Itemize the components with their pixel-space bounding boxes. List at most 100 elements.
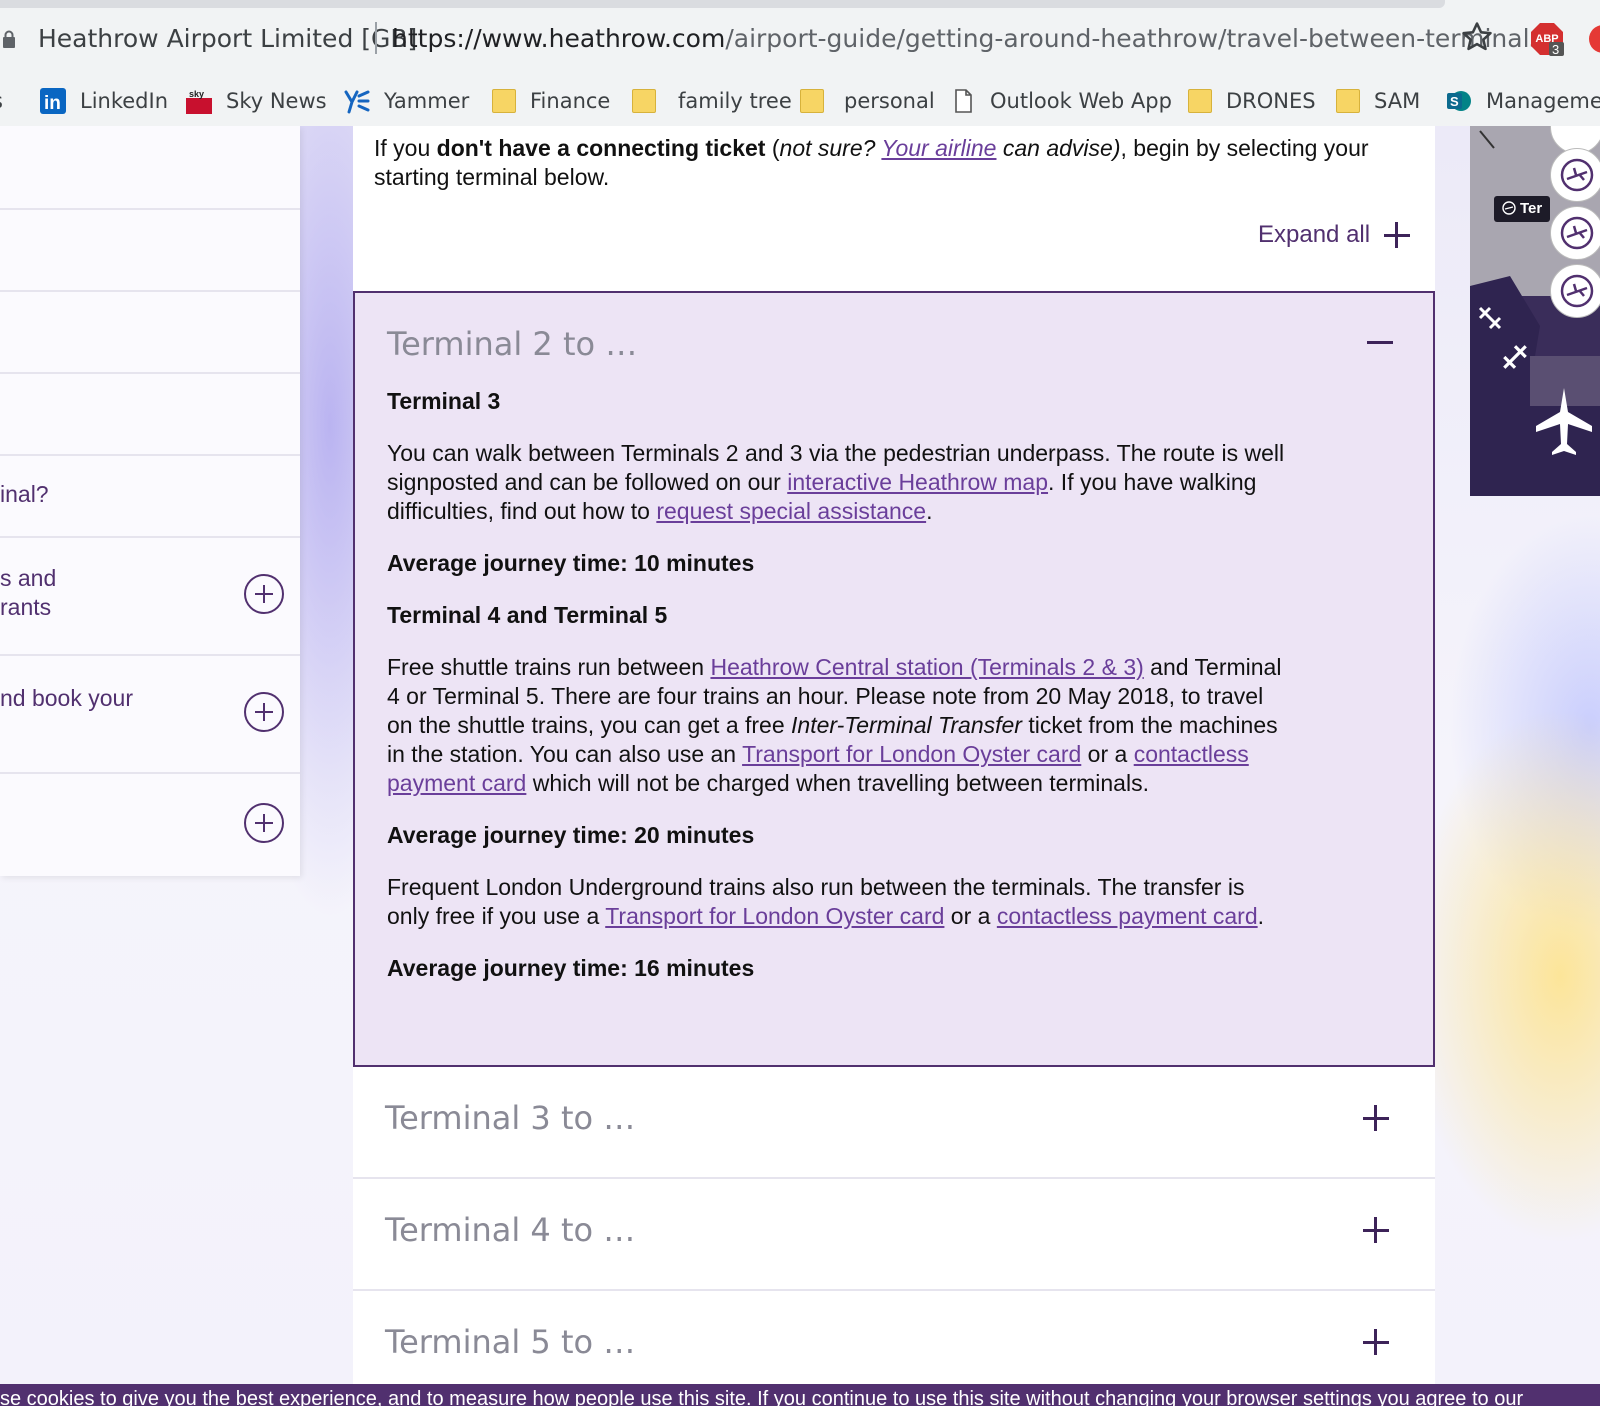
airplane-icon bbox=[1536, 388, 1592, 455]
section-heading: Terminal 3 bbox=[387, 388, 501, 414]
bookmark-personal[interactable]: personal bbox=[800, 82, 935, 120]
accordion-title: Terminal 5 to … bbox=[385, 1323, 636, 1361]
journey-time: Average journey time: 20 minutes bbox=[387, 822, 755, 848]
folder-icon bbox=[632, 89, 656, 113]
bookmark-label: DRONES bbox=[1226, 89, 1316, 113]
yammer-icon bbox=[344, 90, 370, 114]
accordion-title[interactable]: Terminal 2 to … bbox=[387, 325, 637, 363]
bookmark-sky-news[interactable]: sky Sky News bbox=[186, 82, 327, 120]
sidebar-item[interactable] bbox=[0, 292, 300, 374]
text-italic: Inter-Terminal Transfer bbox=[791, 712, 1022, 738]
intro-segment: ( bbox=[765, 135, 780, 161]
plane-circle-icon bbox=[1560, 216, 1594, 250]
sidebar-item[interactable]: inal? bbox=[0, 456, 300, 538]
terminal-label: Ter bbox=[1494, 196, 1551, 222]
plane-circle-icon bbox=[1560, 158, 1594, 192]
sidebar-item[interactable] bbox=[0, 774, 300, 874]
terminal-map[interactable]: Ter bbox=[1470, 126, 1600, 496]
bookmark-label: s bbox=[0, 89, 3, 113]
linkedin-icon: in bbox=[40, 88, 66, 114]
map-flight-button[interactable] bbox=[1550, 148, 1600, 202]
bookmark-family-tree[interactable]: family tree bbox=[632, 82, 792, 120]
text-segment: . bbox=[1257, 903, 1265, 929]
expand-plus-icon[interactable] bbox=[244, 574, 284, 614]
expand-plus-icon[interactable] bbox=[1363, 1105, 1389, 1131]
folder-icon bbox=[1188, 89, 1212, 113]
contactless-card-link[interactable]: contactless payment card bbox=[997, 903, 1258, 929]
url-separator bbox=[375, 22, 377, 54]
bookmark-label: SAM bbox=[1374, 89, 1421, 113]
page-content: inal? s and rants nd book your If you do… bbox=[0, 126, 1600, 1406]
expand-plus-icon[interactable] bbox=[244, 803, 284, 843]
plane-circle-icon bbox=[1560, 274, 1594, 308]
sidebar-item-label: nd book your bbox=[0, 685, 133, 711]
map-flight-button[interactable] bbox=[1550, 264, 1600, 318]
intro-text: If you don't have a connecting ticket (n… bbox=[374, 134, 1394, 192]
collapse-minus-icon[interactable] bbox=[1367, 341, 1393, 344]
bookmark-drones[interactable]: DRONES bbox=[1188, 82, 1316, 120]
folder-icon bbox=[492, 89, 516, 113]
text-segment: which will not be charged when travellin… bbox=[526, 770, 1149, 796]
cookie-banner: se cookies to give you the best experien… bbox=[0, 1384, 1600, 1406]
sidebar-item[interactable] bbox=[0, 210, 300, 292]
oyster-card-link[interactable]: Transport for London Oyster card bbox=[742, 741, 1081, 767]
svg-text:S: S bbox=[1450, 94, 1459, 109]
interactive-map-link[interactable]: interactive Heathrow map bbox=[787, 469, 1048, 495]
expand-all-button[interactable]: Expand all bbox=[1258, 221, 1411, 249]
left-sidebar: inal? s and rants nd book your bbox=[0, 126, 300, 876]
main-content: If you don't have a connecting ticket (n… bbox=[353, 126, 1435, 1406]
bookmark-linkedin[interactable]: in LinkedIn bbox=[40, 82, 168, 120]
bookmark-label: Managemen bbox=[1486, 89, 1600, 113]
adblock-plus-icon[interactable]: ABP 3 bbox=[1530, 22, 1564, 57]
sharepoint-icon: S bbox=[1447, 91, 1471, 111]
folder-icon bbox=[800, 89, 824, 113]
accordion-title: Terminal 4 to … bbox=[385, 1211, 636, 1249]
journey-time: Average journey time: 10 minutes bbox=[387, 550, 755, 576]
expand-plus-icon[interactable] bbox=[244, 692, 284, 732]
bookmark-outlook[interactable]: Outlook Web App bbox=[950, 82, 1172, 120]
bookmark-label: Finance bbox=[530, 89, 611, 113]
sidebar-item[interactable] bbox=[0, 126, 300, 210]
paragraph: Free shuttle trains run between Heathrow… bbox=[387, 653, 1287, 798]
url-text[interactable]: https://www.heathrow.com/airport-guide/g… bbox=[392, 24, 1543, 53]
sidebar-item[interactable] bbox=[0, 374, 300, 456]
bookmark-yammer[interactable]: Yammer bbox=[344, 82, 469, 120]
site-identity[interactable]: Heathrow Airport Limited [GB] bbox=[38, 24, 417, 53]
sidebar-item[interactable]: s and rants bbox=[0, 538, 300, 656]
expand-plus-icon[interactable] bbox=[1363, 1329, 1389, 1355]
bookmark-sam[interactable]: SAM bbox=[1336, 82, 1420, 120]
extension-icon[interactable] bbox=[1586, 22, 1600, 56]
plane-circle-icon bbox=[1502, 201, 1516, 215]
text-segment: Free shuttle trains run between bbox=[387, 654, 711, 680]
accordion-terminal-2: Terminal 2 to … Terminal 3 You can walk … bbox=[353, 291, 1435, 1067]
page-icon bbox=[955, 89, 972, 113]
bookmark-label: Yammer bbox=[384, 89, 470, 113]
accordion-terminal-4[interactable]: Terminal 4 to … bbox=[353, 1179, 1435, 1291]
folder-icon bbox=[1336, 89, 1360, 113]
bookmark-item[interactable]: s bbox=[0, 82, 3, 120]
oyster-card-link[interactable]: Transport for London Oyster card bbox=[605, 903, 944, 929]
bookmark-label: Sky News bbox=[226, 89, 327, 113]
lock-icon bbox=[3, 30, 15, 48]
cookie-banner-text: se cookies to give you the best experien… bbox=[0, 1388, 1524, 1406]
sidebar-item[interactable]: nd book your bbox=[0, 656, 300, 774]
expand-all-label: Expand all bbox=[1258, 221, 1371, 248]
adblock-badge: 3 bbox=[1552, 42, 1560, 57]
expand-plus-icon[interactable] bbox=[1363, 1217, 1389, 1243]
paragraph: Frequent London Underground trains also … bbox=[387, 873, 1287, 931]
bookmark-management[interactable]: S Managemen bbox=[1446, 82, 1600, 120]
map-flight-button[interactable] bbox=[1550, 206, 1600, 260]
special-assistance-link[interactable]: request special assistance bbox=[656, 498, 926, 524]
plus-icon bbox=[1384, 222, 1411, 248]
accordion-terminal-3[interactable]: Terminal 3 to … bbox=[353, 1067, 1435, 1179]
airplane-small-icon bbox=[1478, 306, 1502, 330]
url-host: https://www.heathrow.com bbox=[392, 24, 726, 53]
your-airline-link[interactable]: Your airline bbox=[881, 135, 996, 161]
heathrow-central-link[interactable]: Heathrow Central station (Terminals 2 & … bbox=[710, 654, 1143, 680]
bookmarks-bar: s in LinkedIn sky Sky News Yammer Financ… bbox=[0, 78, 1600, 127]
text-segment: or a bbox=[944, 903, 997, 929]
bookmark-star-icon[interactable] bbox=[1460, 20, 1494, 54]
sidebar-item-label: inal? bbox=[0, 481, 49, 507]
bookmark-finance[interactable]: Finance bbox=[492, 82, 610, 120]
bookmark-label: family tree bbox=[678, 89, 792, 113]
